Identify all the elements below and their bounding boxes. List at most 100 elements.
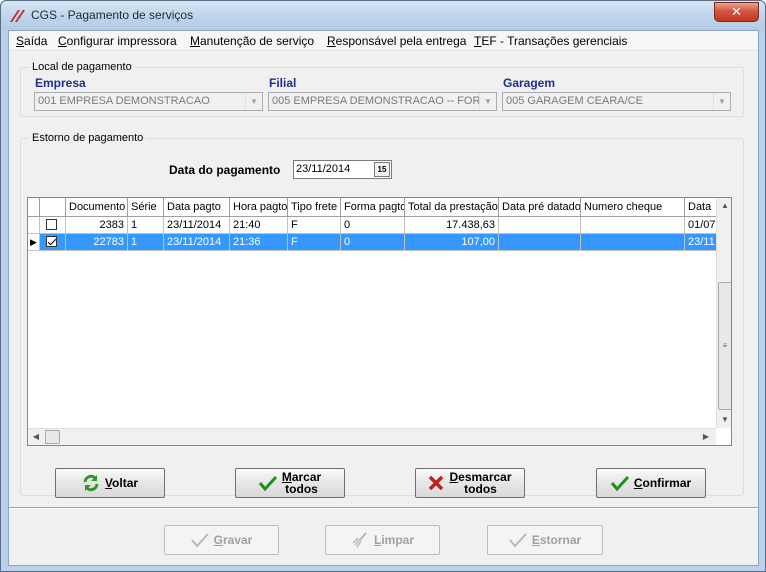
grid-check-header [40, 198, 66, 217]
scroll-left-icon[interactable]: ◀ [28, 429, 44, 445]
empresa-select[interactable]: 001 EMPRESA DEMONSTRACAO ▼ [34, 92, 263, 111]
estornar-button[interactable]: Estornar [487, 525, 603, 555]
horizontal-scroll-thumb[interactable] [45, 430, 60, 444]
filial-value: 005 EMPRESA DEMONSTRACAO -- FORT [272, 95, 487, 107]
chevron-down-icon: ▼ [245, 93, 262, 110]
cell-tipo-frete: F [288, 234, 341, 251]
gravar-label: Gravar [213, 533, 253, 547]
cell-total-prestacao: 17.438,63 [405, 217, 499, 234]
garagem-value: 005 GARAGEM CEARA/CE [506, 95, 643, 107]
col-numero-cheque[interactable]: Numero cheque [581, 198, 685, 217]
menu-saida[interactable]: Saída [16, 34, 47, 48]
data-pagamento-value: 23/11/2014 [296, 163, 351, 175]
row-indicator [28, 217, 40, 234]
col-data-pagto[interactable]: Data pagto [164, 198, 230, 217]
checkmark-icon [190, 533, 209, 548]
confirmar-label: Confirmar [633, 476, 692, 490]
cell-hora-pagto: 21:40 [230, 217, 288, 234]
filial-select[interactable]: 005 EMPRESA DEMONSTRACAO -- FORT ▼ [268, 92, 497, 111]
cell-serie: 1 [128, 234, 164, 251]
cell-documento: 22783 [66, 234, 128, 251]
menu-manutencao-servico[interactable]: Manutenção de serviço [190, 34, 314, 48]
menu-responsavel-entrega[interactable]: Responsável pela entrega [327, 34, 466, 48]
cell-data-pagto: 23/11/2014 [164, 217, 230, 234]
close-icon: ✕ [731, 4, 742, 19]
checkmark-icon [509, 533, 527, 548]
gravar-button[interactable]: Gravar [164, 525, 279, 555]
menu-tef-transacoes[interactable]: TEF - Transações gerenciais [474, 34, 627, 48]
estorno-pagamento-legend: Estorno de pagamento [32, 132, 144, 144]
grid-indicator-header [28, 198, 40, 217]
row-checkbox-cell[interactable] [40, 217, 66, 234]
cell-data-pagto: 23/11/2014 [164, 234, 230, 251]
row-checkbox-checked[interactable] [46, 236, 57, 247]
garagem-select[interactable]: 005 GARAGEM CEARA/CE ▼ [502, 92, 731, 111]
grid-vertical-scrollbar[interactable]: ▲ ≡ ▼ [716, 198, 731, 428]
cell-total-prestacao: 107,00 [405, 234, 499, 251]
cell-serie: 1 [128, 217, 164, 234]
marcar-todos-button[interactable]: Marcar todos [235, 468, 345, 498]
scroll-right-icon[interactable]: ▶ [698, 429, 714, 445]
cell-hora-pagto: 21:36 [230, 234, 288, 251]
empresa-value: 001 EMPRESA DEMONSTRACAO [38, 95, 210, 107]
cell-data-pre-datado [499, 217, 581, 234]
marcar-todos-label: Marcar todos [281, 470, 322, 496]
confirmar-button[interactable]: Confirmar [596, 468, 706, 498]
cell-numero-cheque [581, 234, 685, 251]
col-serie[interactable]: Série [128, 198, 164, 217]
cell-numero-cheque [581, 217, 685, 234]
title-bar[interactable]: CGS - Pagamento de serviços ✕ [1, 1, 765, 30]
data-pagamento-label: Data do pagamento [169, 163, 281, 177]
estornar-label: Estornar [531, 533, 582, 547]
app-window: CGS - Pagamento de serviços ✕ Saída Conf… [0, 0, 766, 572]
cell-documento: 2383 [66, 217, 128, 234]
close-window-button[interactable]: ✕ [714, 2, 759, 22]
window-title: CGS - Pagamento de serviços [31, 8, 194, 22]
col-documento[interactable]: Documento [66, 198, 128, 217]
voltar-button[interactable]: Voltar [55, 468, 165, 498]
filial-label: Filial [269, 76, 297, 90]
table-row-selected[interactable]: ▶ 22783 1 23/11/2014 21:36 F 0 107,00 23… [28, 234, 725, 251]
local-pagamento-legend: Local de pagamento [32, 61, 132, 73]
table-row[interactable]: 2383 1 23/11/2014 21:40 F 0 17.438,63 01… [28, 217, 725, 234]
data-pagamento-input[interactable]: 23/11/2014 15 [293, 160, 392, 179]
checkmark-icon [610, 475, 629, 491]
calendar-icon[interactable]: 15 [374, 162, 390, 177]
col-forma-pagto[interactable]: Forma pagto [341, 198, 405, 217]
row-pointer-icon: ▶ [28, 234, 40, 251]
row-checkbox-cell[interactable] [40, 234, 66, 251]
row-checkbox[interactable] [46, 219, 57, 230]
empresa-label: Empresa [35, 76, 86, 90]
chevron-down-icon: ▼ [479, 93, 496, 110]
grid-horizontal-scrollbar[interactable]: ◀ ▶ [28, 428, 716, 445]
garagem-label: Garagem [503, 76, 556, 90]
chevron-down-icon: ▼ [713, 93, 730, 110]
col-total-prestacao[interactable]: Total da prestação [405, 198, 499, 217]
desmarcar-todos-button[interactable]: Desmarcar todos [415, 468, 525, 498]
desmarcar-todos-label: Desmarcar todos [449, 470, 512, 496]
pagamentos-grid: Documento Série Data pagto Hora pagto Ti… [27, 197, 732, 446]
scroll-up-icon[interactable]: ▲ [717, 198, 731, 214]
cell-data-pre-datado [499, 234, 581, 251]
menu-configurar-impressora[interactable]: Configurar impressora [58, 34, 177, 48]
x-mark-icon [429, 475, 444, 491]
limpar-button[interactable]: Limpar [325, 525, 440, 555]
broom-icon [352, 532, 367, 548]
cell-tipo-frete: F [288, 217, 341, 234]
footer-separator [9, 507, 758, 509]
voltar-label: Voltar [104, 476, 139, 490]
refresh-icon [83, 474, 99, 492]
app-logo-icon [10, 10, 25, 22]
scroll-down-icon[interactable]: ▼ [717, 412, 731, 428]
menu-bar: Saída Configurar impressora Manutenção d… [9, 31, 758, 51]
cell-forma-pagto: 0 [341, 234, 405, 251]
vertical-scroll-thumb[interactable]: ≡ [718, 282, 731, 410]
cell-forma-pagto: 0 [341, 217, 405, 234]
col-data-pre-datado[interactable]: Data pré datado [499, 198, 581, 217]
client-area: Saída Configurar impressora Manutenção d… [8, 30, 759, 566]
col-hora-pagto[interactable]: Hora pagto [230, 198, 288, 217]
grid-header: Documento Série Data pagto Hora pagto Ti… [28, 198, 725, 217]
col-tipo-frete[interactable]: Tipo frete [288, 198, 341, 217]
checkmark-icon [258, 475, 277, 491]
limpar-label: Limpar [373, 533, 415, 547]
